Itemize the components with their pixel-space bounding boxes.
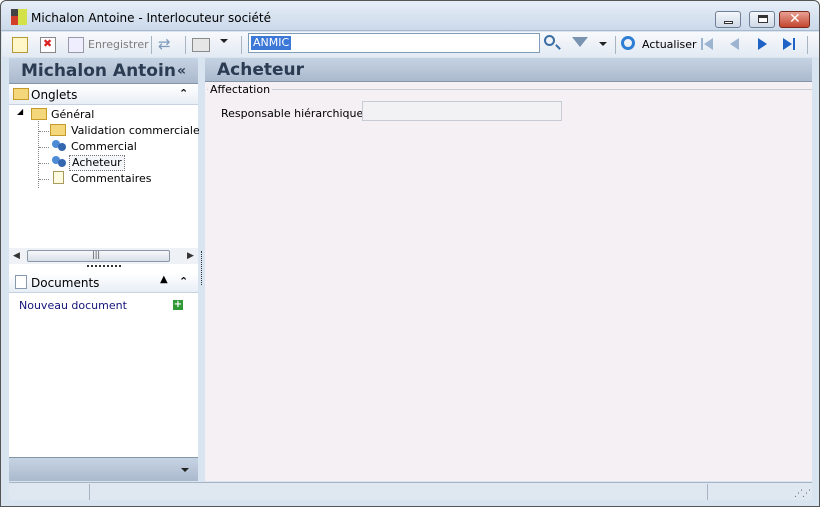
app-logo-icon <box>11 9 27 25</box>
next-record-button[interactable] <box>755 36 771 52</box>
toolbar-separator <box>241 36 242 54</box>
maximize-button[interactable] <box>749 11 775 28</box>
search-input[interactable]: ANMIC <box>248 33 540 53</box>
last-arrow-icon <box>783 38 792 50</box>
left-panel: Michalon Antoin « Onglets ⌃ ◢ Général Va… <box>9 58 199 481</box>
scroll-left-icon[interactable]: ◀ <box>13 251 20 261</box>
tree-node-acheteur[interactable]: Acheteur <box>69 155 125 171</box>
scroll-right-icon[interactable]: ▶ <box>187 251 194 261</box>
tree-horizontal-scrollbar[interactable]: ◀ ||| ▶ <box>9 248 198 264</box>
minimize-icon <box>724 21 733 24</box>
tabs-tree: ◢ Général Validation commerciale / B/ Co… <box>9 105 199 245</box>
new-record-icon <box>12 37 28 53</box>
first-bar-icon <box>701 38 703 50</box>
page-title: Acheteur <box>217 60 305 80</box>
tree-line <box>39 179 49 180</box>
main-panel-header: Acheteur <box>205 58 812 82</box>
chevron-down-icon <box>599 42 607 46</box>
close-button[interactable]: ✕ <box>779 11 810 28</box>
people-icon <box>52 140 66 152</box>
window-title: Michalon Antoine - Interlocuteur société <box>31 11 271 25</box>
status-bar: ⋰⋰ <box>9 482 812 500</box>
refresh-button[interactable]: Actualiser <box>621 36 701 54</box>
record-name: Michalon Antoin <box>21 61 176 81</box>
scrollbar-thumb[interactable]: ||| <box>27 250 170 262</box>
minimize-button[interactable] <box>715 11 741 28</box>
folder-icon <box>31 108 47 120</box>
folder-icon <box>50 124 66 136</box>
manager-field-label: Responsable hiérarchique : <box>221 107 371 120</box>
note-icon <box>53 171 64 184</box>
toolbar-separator <box>185 36 186 54</box>
save-button-label: Enregistrer <box>88 38 149 51</box>
toolbar-separator <box>151 36 152 54</box>
window-title-name: Michalon Antoine <box>31 11 135 25</box>
printer-icon <box>192 38 210 52</box>
maximize-icon <box>758 15 768 23</box>
tree-line <box>39 163 49 164</box>
tree-line <box>38 115 39 188</box>
resize-grip-icon[interactable]: ⋰⋰ <box>794 489 811 499</box>
new-document-link[interactable]: Nouveau document <box>19 299 127 312</box>
previous-record-button[interactable] <box>727 36 743 52</box>
app-window: Michalon Antoine - Interlocuteur société… <box>0 0 820 507</box>
save-button[interactable]: Enregistrer <box>68 37 149 55</box>
documents-section: Documents ▲ ⌃ Nouveau document + <box>9 270 198 460</box>
documents-section-label: Documents <box>31 276 100 290</box>
chevron-down-icon <box>220 39 228 43</box>
panel-resize-handle[interactable] <box>201 251 202 285</box>
status-cell <box>90 484 708 500</box>
first-arrow-icon <box>704 38 713 50</box>
toolbar-separator <box>807 36 808 54</box>
next-arrow-icon <box>758 38 767 50</box>
collapse-section-icon[interactable]: ⌃ <box>179 275 188 288</box>
tabs-section-label: Onglets <box>31 88 78 102</box>
sync-icon: ⇄ <box>158 35 171 53</box>
window-title-separator: - <box>134 11 147 25</box>
tree-node-label: Commentaires <box>71 172 152 185</box>
manager-field[interactable] <box>362 101 562 121</box>
toolbar-separator <box>615 36 616 54</box>
people-icon <box>52 156 66 168</box>
last-bar-icon <box>793 38 795 50</box>
window-title-context: Interlocuteur société <box>146 11 271 25</box>
affectation-group-border <box>207 89 812 90</box>
tree-node-label: Général <box>51 108 95 121</box>
tree-line <box>39 131 49 132</box>
save-icon <box>68 37 84 53</box>
scrollbar-grip: ||| <box>92 250 101 259</box>
close-icon: ✕ <box>789 11 801 27</box>
tabs-section-header[interactable]: Onglets ⌃ <box>9 85 198 105</box>
chevron-up-icon[interactable]: ▲ <box>160 274 168 285</box>
affectation-group-label: Affectation <box>208 83 273 96</box>
collapse-panel-icon[interactable]: « <box>177 63 186 79</box>
collapse-section-icon[interactable]: ⌃ <box>179 87 188 100</box>
delete-icon <box>40 37 56 53</box>
refresh-button-label: Actualiser <box>642 38 697 51</box>
document-icon <box>15 275 27 289</box>
tree-line <box>39 147 49 148</box>
folder-icon <box>13 88 29 100</box>
filter-icon <box>572 37 588 47</box>
refresh-icon <box>621 36 635 50</box>
tree-expander-icon[interactable]: ◢ <box>17 107 23 116</box>
left-panel-footer[interactable] <box>9 457 198 481</box>
tree-node-label: Acheteur <box>72 156 122 169</box>
title-bar[interactable]: Michalon Antoine - Interlocuteur société… <box>1 1 819 31</box>
first-record-button[interactable] <box>700 36 716 52</box>
left-panel-header: Michalon Antoin « <box>9 58 198 84</box>
tree-node-label: Validation commerciale / B/ <box>71 124 199 137</box>
magnifier-icon <box>544 35 555 46</box>
add-document-icon[interactable]: + <box>173 300 183 310</box>
documents-section-header[interactable]: Documents ▲ ⌃ <box>9 273 198 293</box>
search-input-value: ANMIC <box>251 36 292 50</box>
chevron-down-icon[interactable] <box>181 468 189 472</box>
tree-node-validation[interactable]: Validation commerciale / B/ <box>71 123 199 139</box>
last-record-button[interactable] <box>781 36 797 52</box>
status-cell <box>9 484 90 500</box>
main-panel: Acheteur Affectation Responsable hiérarc… <box>205 58 812 481</box>
previous-arrow-icon <box>730 38 739 50</box>
splitter-grip-icon <box>87 265 121 268</box>
tree-node-label: Commercial <box>71 140 137 153</box>
